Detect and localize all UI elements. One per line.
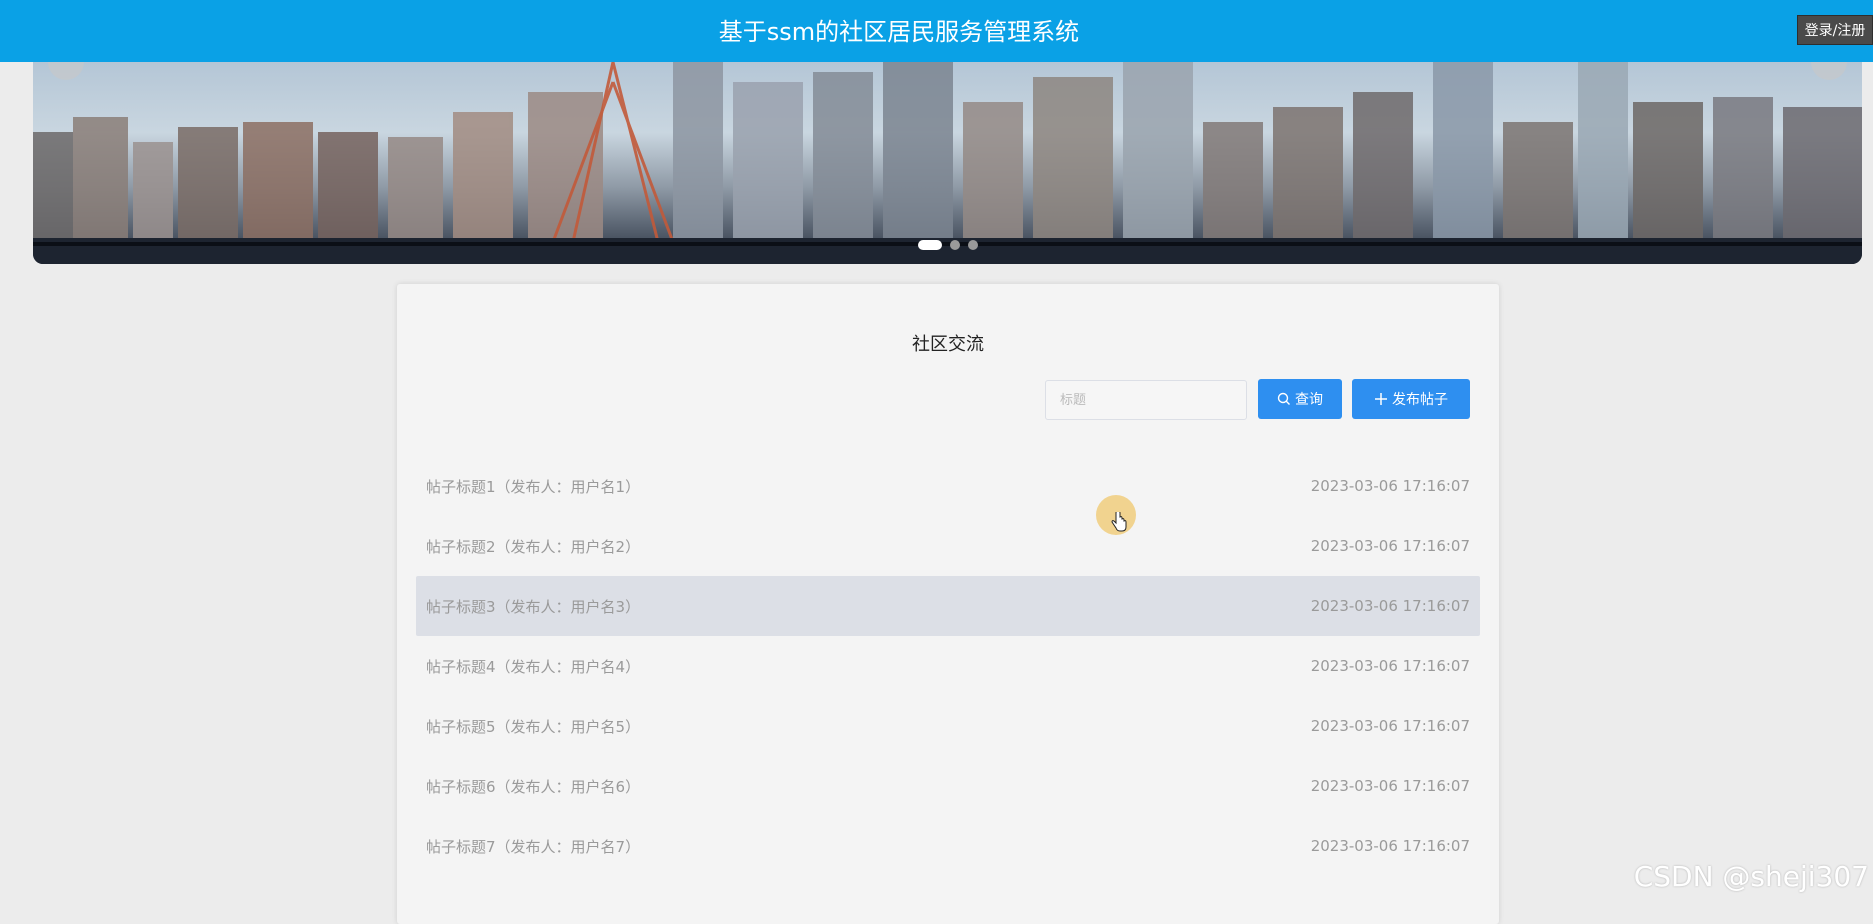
carousel-indicators [33,240,1862,250]
create-post-button[interactable]: 发布帖子 [1352,379,1470,419]
post-row[interactable]: 帖子标题3（发布人：用户名3） 2023-03-06 17:16:07 [416,576,1480,636]
hand-pointer-icon [1111,512,1127,532]
carousel-dot-1[interactable] [917,240,942,250]
post-title[interactable]: 帖子标题1（发布人：用户名1） [426,476,640,497]
post-title[interactable]: 帖子标题7（发布人：用户名7） [426,836,640,857]
post-row[interactable]: 帖子标题4（发布人：用户名4） 2023-03-06 17:16:07 [416,636,1480,696]
post-time: 2023-03-06 17:16:07 [1310,597,1470,615]
post-time: 2023-03-06 17:16:07 [1310,837,1470,855]
post-row[interactable]: 帖子标题2（发布人：用户名2） 2023-03-06 17:16:07 [416,516,1480,576]
city-skyline-image [33,62,1862,264]
query-button-label: 查询 [1295,392,1323,408]
post-time: 2023-03-06 17:16:07 [1310,657,1470,675]
post-time: 2023-03-06 17:16:07 [1310,777,1470,795]
post-title[interactable]: 帖子标题2（发布人：用户名2） [426,536,640,557]
post-row[interactable]: 帖子标题5（发布人：用户名5） 2023-03-06 17:16:07 [416,696,1480,756]
post-title[interactable]: 帖子标题3（发布人：用户名3） [426,596,640,617]
top-header: 基于ssm的社区居民服务管理系统 登录/注册 [0,0,1873,62]
post-time: 2023-03-06 17:16:07 [1310,477,1470,495]
site-title: 基于ssm的社区居民服务管理系统 [718,18,1080,46]
title-search-input[interactable] [1045,380,1247,420]
create-post-button-label: 发布帖子 [1392,392,1448,408]
post-title[interactable]: 帖子标题5（发布人：用户名5） [426,716,640,737]
post-row[interactable]: 帖子标题7（发布人：用户名7） 2023-03-06 17:16:07 [416,816,1480,876]
query-button[interactable]: 查询 [1258,379,1342,419]
plus-icon [1375,393,1387,405]
post-time: 2023-03-06 17:16:07 [1310,537,1470,555]
banner-carousel[interactable] [33,62,1862,264]
post-time: 2023-03-06 17:16:07 [1310,717,1470,735]
carousel-dot-3[interactable] [967,240,978,250]
watermark: CSDN @sheji307 [1633,860,1869,893]
post-title[interactable]: 帖子标题4（发布人：用户名4） [426,656,640,677]
post-row[interactable]: 帖子标题6（发布人：用户名6） 2023-03-06 17:16:07 [416,756,1480,816]
carousel-dot-2[interactable] [949,240,960,250]
search-icon [1277,392,1290,405]
post-row[interactable]: 帖子标题1（发布人：用户名1） 2023-03-06 17:16:07 [416,456,1480,516]
post-title[interactable]: 帖子标题6（发布人：用户名6） [426,776,640,797]
page-title: 社区交流 [912,334,984,355]
community-forum-panel: 社区交流 查询 发布帖子 帖子标题1（发布人：用户名1） 2023-03-06 … [397,284,1499,924]
login-register-button[interactable]: 登录/注册 [1797,15,1873,45]
